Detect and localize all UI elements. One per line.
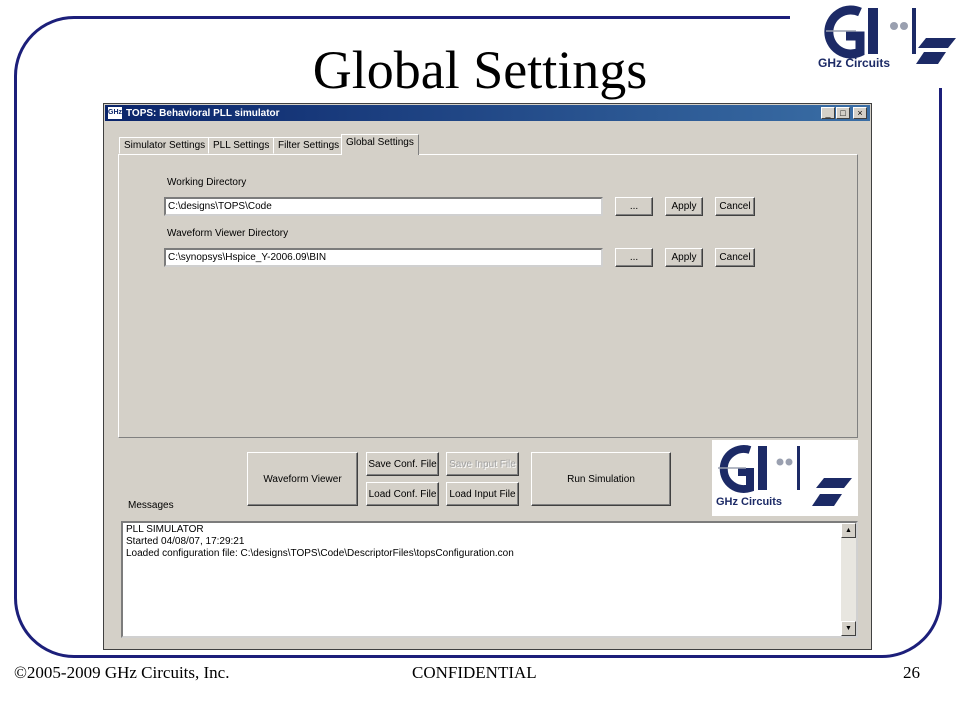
- waveform-directory-label: Waveform Viewer Directory: [167, 228, 289, 239]
- waveform-directory-input[interactable]: C:\synopsys\Hspice_Y-2006.09\BIN: [164, 248, 603, 267]
- minimize-button[interactable]: _: [821, 107, 835, 119]
- load-conf-file-button[interactable]: Load Conf. File: [366, 482, 439, 506]
- message-line: Started 04/08/07, 17:29:21: [126, 536, 245, 547]
- global-settings-panel: Working Directory C:\designs\TOPS\Code .…: [118, 154, 858, 438]
- working-directory-label: Working Directory: [167, 177, 247, 188]
- working-directory-input[interactable]: C:\designs\TOPS\Code: [164, 197, 603, 216]
- working-directory-browse-button[interactable]: ...: [615, 197, 653, 216]
- run-simulation-button[interactable]: Run Simulation: [531, 452, 671, 506]
- scroll-down-icon[interactable]: ▼: [841, 621, 856, 636]
- working-directory-cancel-button[interactable]: Cancel: [715, 197, 755, 216]
- window-titlebar[interactable]: GHz TOPS: Behavioral PLL simulator _ □ ×: [105, 105, 870, 121]
- tab-simulator-settings[interactable]: Simulator Settings: [119, 137, 211, 154]
- waveform-directory-browse-button[interactable]: ...: [615, 248, 653, 267]
- scroll-up-icon[interactable]: ▲: [841, 523, 856, 538]
- footer-page-number: 26: [903, 663, 920, 682]
- message-line: Loaded configuration file: C:\designs\TO…: [126, 548, 514, 559]
- tab-global-settings[interactable]: Global Settings: [341, 134, 419, 155]
- save-conf-file-button[interactable]: Save Conf. File: [366, 452, 439, 476]
- messages-box[interactable]: PLL SIMULATOR Started 04/08/07, 17:29:21…: [121, 521, 858, 638]
- footer-copyright: ©2005-2009 GHz Circuits, Inc.: [14, 663, 230, 682]
- ghz-logo-window: GHz Circuits: [712, 440, 858, 516]
- tab-filter-settings[interactable]: Filter Settings: [273, 137, 345, 154]
- message-lines: PLL SIMULATOR Started 04/08/07, 17:29:21…: [126, 524, 514, 560]
- maximize-button[interactable]: □: [836, 107, 850, 119]
- close-button[interactable]: ×: [853, 107, 867, 119]
- logo-text-window: GHz Circuits: [716, 496, 783, 508]
- waveform-directory-cancel-button[interactable]: Cancel: [715, 248, 755, 267]
- ghz-logo-top: GHz Circuits: [816, 2, 958, 70]
- load-input-file-button[interactable]: Load Input File: [446, 482, 519, 506]
- messages-scrollbar[interactable]: ▲ ▼: [841, 523, 856, 636]
- message-line: PLL SIMULATOR: [126, 524, 204, 535]
- save-input-file-button[interactable]: Save Input File: [446, 452, 519, 476]
- logo-text-top: GHz Circuits: [818, 56, 891, 70]
- app-icon: GHz: [108, 107, 122, 119]
- tab-pll-settings[interactable]: PLL Settings: [208, 137, 275, 154]
- messages-label: Messages: [128, 500, 174, 511]
- working-directory-apply-button[interactable]: Apply: [665, 197, 703, 216]
- app-window: GHz TOPS: Behavioral PLL simulator _ □ ×…: [103, 103, 872, 650]
- footer-confidential: CONFIDENTIAL: [412, 663, 537, 682]
- waveform-directory-apply-button[interactable]: Apply: [665, 248, 703, 267]
- window-title: TOPS: Behavioral PLL simulator: [126, 107, 280, 119]
- waveform-viewer-button[interactable]: Waveform Viewer: [247, 452, 358, 506]
